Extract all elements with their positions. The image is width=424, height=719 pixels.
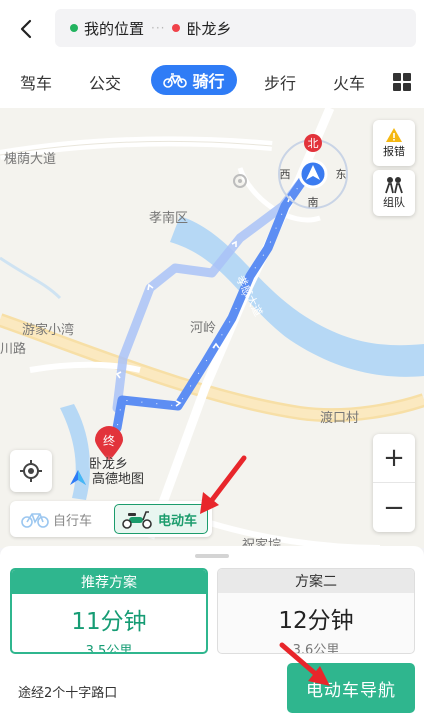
map-label-district: 孝南区 (149, 211, 189, 226)
top-bar: 我的位置 ··· 卧龙乡 驾车 公交 骑行 步行 火车 (0, 0, 424, 108)
vehicle-selector: 自行车 电动车 (10, 501, 212, 537)
locate-button[interactable] (10, 450, 52, 492)
team-icon (385, 177, 403, 194)
end-dot-icon (172, 24, 181, 32)
more-modes-grid-icon[interactable] (393, 73, 411, 91)
tab-walking[interactable]: 步行 (264, 70, 296, 94)
vehicle-ebike-option[interactable]: 电动车 (114, 504, 208, 534)
start-navigation-button[interactable]: 电动车导航 (287, 663, 415, 713)
tab-train[interactable]: 火车 (333, 70, 365, 94)
amap-logo-icon (70, 469, 86, 485)
report-error-button[interactable]: 报错 (373, 120, 415, 166)
zoom-out-button[interactable]: − (373, 483, 415, 532)
tab-cycling[interactable]: 骑行 (151, 65, 237, 95)
plan-one-distance: 3.5公里 (85, 644, 133, 654)
plan-one-header: 推荐方案 (12, 570, 206, 594)
tab-cycling-label: 骑行 (192, 72, 225, 91)
bicycle-icon (21, 513, 49, 528)
team-button[interactable]: 组队 (373, 170, 415, 216)
amap-logo: 高德地图 (68, 468, 144, 487)
warning-icon (386, 128, 402, 142)
vehicle-bike-label: 自行车 (53, 513, 93, 529)
travel-mode-tabs: 驾车 公交 骑行 步行 火车 (0, 62, 424, 102)
map-label-village2: 河岭 (190, 321, 217, 336)
end-marker-label: 终 (103, 433, 115, 448)
panel-drag-handle[interactable] (195, 554, 229, 558)
plan-one-time: 11分钟 (71, 609, 147, 635)
amap-logo-text: 高德地图 (92, 472, 145, 487)
route-separator: ··· (151, 21, 166, 35)
map-label-village1: 游家小湾 (22, 323, 75, 338)
compass-north: 北 (308, 137, 319, 150)
tab-transit[interactable]: 公交 (89, 70, 121, 94)
electric-scooter-icon (122, 511, 152, 529)
plan-two-distance: 3.6公里 (292, 643, 340, 654)
zoom-in-button[interactable]: + (373, 434, 415, 483)
vehicle-bike-option[interactable]: 自行车 (16, 504, 97, 534)
locate-icon (20, 460, 42, 482)
bicycle-icon (163, 73, 188, 88)
map-label-road1: 槐荫大道 (4, 152, 57, 167)
start-location[interactable]: 我的位置 (84, 18, 144, 39)
plan-card-recommended[interactable]: 推荐方案 11分钟 3.5公里 (10, 568, 208, 654)
compass[interactable]: 北 西 东 南 (273, 134, 353, 214)
route-map[interactable]: 孝感大道 槐荫大道 孝南区 游家小湾 河岭 川路 渡口村 祝家垸 北 西 东 南… (0, 108, 424, 548)
zoom-control: + − (373, 434, 415, 532)
map-label-village3: 渡口村 (320, 411, 360, 426)
compass-east: 东 (336, 168, 347, 181)
route-via-info: 途经2个十字路口 (18, 686, 118, 701)
plan-card-two[interactable]: 方案二 12分钟 3.6公里 (217, 568, 415, 654)
compass-south: 南 (308, 196, 319, 209)
plan-two-time: 12分钟 (278, 608, 354, 634)
route-input-box[interactable]: 我的位置 ··· 卧龙乡 (55, 9, 416, 47)
plan-two-header: 方案二 (218, 569, 414, 593)
vehicle-ebike-label: 电动车 (158, 513, 198, 529)
end-location[interactable]: 卧龙乡 (186, 18, 231, 39)
back-arrow-icon (20, 19, 32, 39)
start-dot-icon (70, 24, 78, 32)
back-button[interactable] (8, 10, 46, 48)
tab-driving[interactable]: 驾车 (20, 70, 52, 94)
team-label: 组队 (383, 196, 405, 209)
report-error-label: 报错 (383, 145, 405, 158)
route-plans-panel: 推荐方案 11分钟 3.5公里 方案二 12分钟 3.6公里 途经2个十字路口 … (0, 546, 424, 719)
map-label-road2: 川路 (0, 342, 27, 357)
compass-west: 西 (280, 168, 291, 181)
compass-icon: 北 西 东 南 (278, 134, 348, 209)
